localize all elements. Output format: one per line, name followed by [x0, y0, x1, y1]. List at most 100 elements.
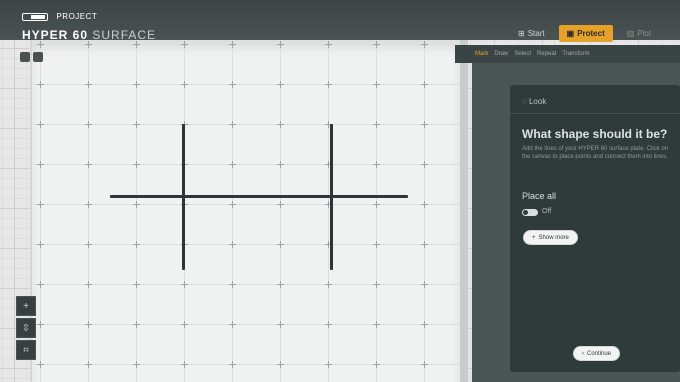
grid-tick: [232, 241, 233, 248]
app-root: PROJECT HYPER 60 SURFACE ⊞ Start ▣ Prote…: [0, 0, 680, 382]
brand-title: HYPER 60 SURFACE: [22, 28, 156, 42]
arrow-right-icon: ›: [582, 350, 584, 357]
grid-tick: [280, 41, 281, 48]
chart-icon: ▥: [626, 29, 635, 38]
view-controls: [20, 52, 43, 62]
add-icon[interactable]: +: [16, 296, 36, 316]
subtab-repeat[interactable]: Repeat: [537, 51, 556, 57]
grid-tick: [280, 321, 281, 328]
horizontal-line[interactable]: [110, 195, 408, 198]
vertical-line-left[interactable]: [182, 124, 185, 270]
grid-tick: [376, 161, 377, 168]
grid-tick: [328, 241, 329, 248]
grid-tick: [136, 281, 137, 288]
sub-tabs: Mark Draw Select Repeat Transform: [455, 45, 680, 63]
grid-tick: [88, 361, 89, 368]
grid-tick: [136, 161, 137, 168]
grid-tick: [280, 201, 281, 208]
tool-protect-label: Protect: [577, 29, 605, 38]
brand: PROJECT HYPER 60 SURFACE: [22, 8, 156, 42]
grid-tick: [280, 161, 281, 168]
grid-tick: [328, 41, 329, 48]
grid-tick: [184, 81, 185, 88]
toggle-state-label: Off: [542, 208, 552, 215]
subtab-mark[interactable]: Mark: [475, 51, 488, 57]
grid-tick: [232, 201, 233, 208]
grid-tick: [232, 321, 233, 328]
subtab-select[interactable]: Select: [514, 51, 531, 57]
subtab-draw[interactable]: Draw: [494, 51, 508, 57]
show-more-button[interactable]: + Show more: [524, 231, 577, 244]
grid-tick: [184, 281, 185, 288]
grid-tick: [40, 81, 41, 88]
grid-tick: [232, 41, 233, 48]
mode-label: Place all: [522, 191, 557, 201]
place-all-toggle[interactable]: [522, 209, 538, 216]
tool-protect[interactable]: ▣ Protect: [558, 25, 613, 42]
grid-tick: [424, 161, 425, 168]
grid-tick: [40, 121, 41, 128]
grid-tick: [40, 361, 41, 368]
grid-tick: [40, 321, 41, 328]
grid-tick: [328, 161, 329, 168]
grid-tick: [328, 281, 329, 288]
grid-tick: [184, 41, 185, 48]
grid-tick: [232, 81, 233, 88]
grid-tick: [376, 321, 377, 328]
grid-tick: [376, 241, 377, 248]
grid-icon: ⊞: [518, 29, 525, 38]
tool-plot-label: Plot: [637, 29, 652, 38]
grid-tick: [424, 321, 425, 328]
grid-tick: [328, 361, 329, 368]
grid-tick: [280, 121, 281, 128]
tool-plot[interactable]: ▥ Plot: [619, 25, 659, 42]
brand-kicker: PROJECT: [56, 12, 98, 22]
grid-tick: [280, 241, 281, 248]
grid-tick: [424, 361, 425, 368]
grid-tick: [232, 281, 233, 288]
grid-tick: [88, 41, 89, 48]
grid-tick: [136, 241, 137, 248]
grid-tick: [280, 81, 281, 88]
plate-grid: [32, 40, 460, 382]
grid-tick: [280, 281, 281, 288]
grid-tick: [184, 321, 185, 328]
grid-tick: [376, 281, 377, 288]
grid-tick: [376, 41, 377, 48]
grid-tick: [184, 361, 185, 368]
grid-tick: [424, 121, 425, 128]
grid-tick: [136, 41, 137, 48]
grid-tick: [88, 161, 89, 168]
grid-tick: [328, 81, 329, 88]
grid-tick: [136, 81, 137, 88]
surface-plate[interactable]: [30, 40, 468, 382]
grid-tick: [88, 241, 89, 248]
grid-tick: [88, 281, 89, 288]
logo-icon: [22, 12, 48, 21]
grid-tick: [88, 81, 89, 88]
crop-icon[interactable]: ⌗: [16, 340, 36, 360]
grid-tick: [424, 201, 425, 208]
view-toggle-icon[interactable]: [20, 52, 30, 62]
vertical-line-right[interactable]: [330, 124, 333, 270]
grid-tick: [376, 361, 377, 368]
grid-tick: [328, 201, 329, 208]
step-header: ◌ Look: [522, 97, 546, 106]
grid-tick: [136, 121, 137, 128]
plus-icon: +: [532, 234, 536, 241]
grid-tick: [40, 241, 41, 248]
layer-toggle-icon[interactable]: [33, 52, 43, 62]
grid-tick: [88, 201, 89, 208]
grid-tick: [232, 361, 233, 368]
grid-tick: [40, 161, 41, 168]
grid-tick: [328, 121, 329, 128]
subtab-transform[interactable]: Transform: [562, 51, 589, 57]
continue-button[interactable]: › Continue: [574, 347, 620, 360]
mode-toolbar: ⊞ Start ▣ Protect ▥ Plot: [510, 25, 659, 42]
grid-tick: [40, 201, 41, 208]
grid-tick: [424, 81, 425, 88]
grid-tick: [88, 121, 89, 128]
grid-tick: [376, 201, 377, 208]
expand-icon[interactable]: ⇳: [16, 318, 36, 338]
tool-start[interactable]: ⊞ Start: [510, 25, 553, 42]
